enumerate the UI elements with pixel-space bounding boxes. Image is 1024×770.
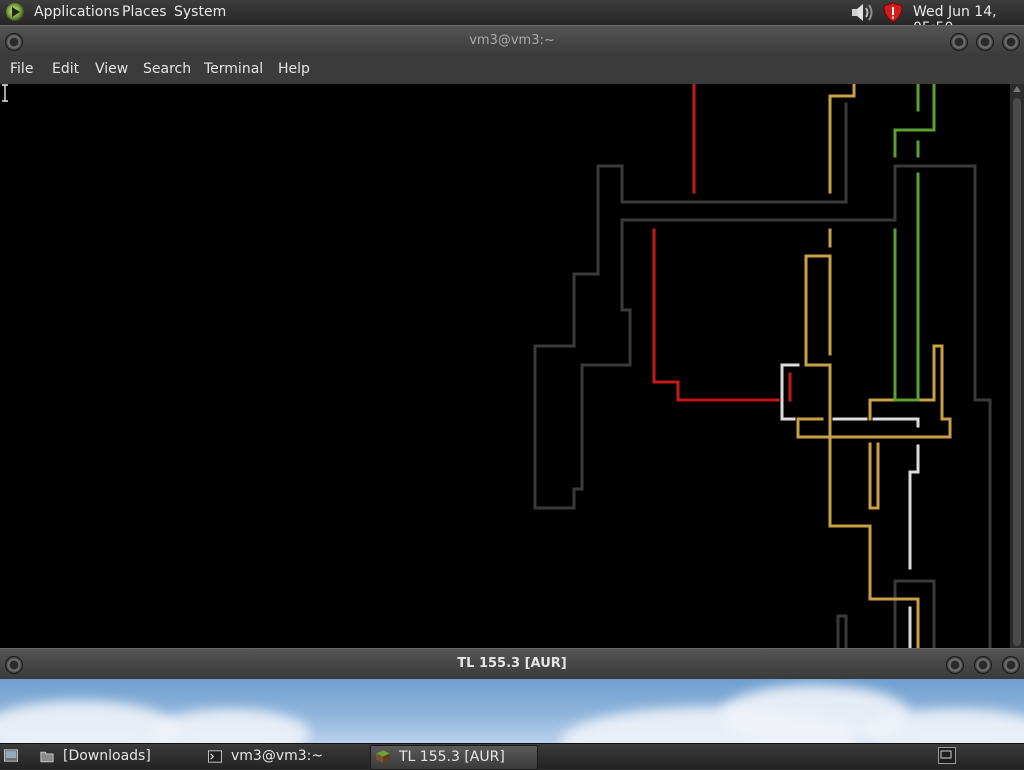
pipe-gray (533, 164, 992, 648)
folder-icon (40, 751, 54, 763)
menu-help[interactable]: Help (278, 61, 310, 77)
maximize-button[interactable] (974, 656, 992, 674)
places-menu[interactable]: Places (122, 4, 167, 20)
workspace-switcher-icon[interactable] (938, 747, 956, 764)
scrollbar-thumb[interactable] (1013, 98, 1021, 646)
taskbar-label-downloads: [Downloads] (63, 748, 151, 764)
pipe-green (893, 172, 920, 402)
taskbar-label-terminal: vm3@vm3:~ (231, 748, 324, 764)
pipe-white (872, 417, 920, 428)
text-cursor-icon (2, 84, 8, 102)
pipe-yellow (804, 254, 832, 356)
taskbar-item-downloads[interactable]: [Downloads] (38, 745, 198, 768)
grass-block-icon (376, 750, 390, 763)
show-desktop-icon[interactable] (4, 749, 18, 762)
pipe-gray (836, 614, 848, 648)
close-button[interactable] (1002, 33, 1020, 51)
terminal-titlebar[interactable]: vm3@vm3:~ (0, 25, 1024, 57)
menu-view[interactable]: View (95, 61, 128, 77)
update-shield-icon[interactable] (882, 2, 904, 23)
menu-file[interactable]: File (10, 61, 33, 77)
distro-logo-icon[interactable] (6, 3, 24, 21)
minimize-button[interactable] (946, 656, 964, 674)
taskbar-item-game[interactable]: TL 155.3 [AUR] (370, 745, 538, 770)
game-window-title: TL 155.3 [AUR] (457, 656, 567, 671)
pipes-animation (533, 84, 992, 648)
terminal-scrollbar[interactable] (1010, 84, 1024, 648)
pipe-red (652, 228, 780, 402)
menu-edit[interactable]: Edit (52, 61, 79, 77)
maximize-button[interactable] (976, 33, 994, 51)
pipe-yellow (828, 84, 856, 194)
pipe-yellow (868, 442, 880, 510)
game-window-titlebar[interactable]: TL 155.3 [AUR] (0, 648, 1024, 680)
pipe-white (908, 444, 920, 570)
bottom-taskbar: [Downloads] vm3@vm3:~ TL 155.3 [AUR] (0, 743, 1024, 770)
terminal-menubar: File Edit View Search Terminal Help (0, 56, 1024, 84)
pipe-yellow (796, 344, 952, 439)
terminal-icon (208, 750, 222, 763)
pipe-green (893, 84, 936, 158)
game-sky-view[interactable] (0, 679, 1024, 743)
volume-icon[interactable] (850, 3, 874, 22)
close-button[interactable] (1002, 656, 1020, 674)
scroll-up-arrow-icon[interactable] (1013, 86, 1021, 92)
menu-search[interactable]: Search (143, 61, 191, 77)
pipe-gray (893, 579, 936, 648)
menu-terminal[interactable]: Terminal (204, 61, 263, 77)
system-menu[interactable]: System (174, 4, 226, 20)
applications-menu[interactable]: Applications (34, 4, 120, 20)
pipe-yellow (804, 254, 920, 648)
terminal-window-title: vm3@vm3:~ (469, 33, 555, 48)
taskbar-item-terminal[interactable]: vm3@vm3:~ (206, 745, 366, 768)
window-menu-button[interactable] (5, 33, 23, 51)
terminal-area[interactable] (0, 84, 1010, 648)
top-panel: Applications Places System Wed Jun 14, 0… (0, 0, 1024, 36)
window-menu-button[interactable] (5, 656, 23, 674)
minimize-button[interactable] (950, 33, 968, 51)
taskbar-label-game: TL 155.3 [AUR] (399, 749, 505, 765)
